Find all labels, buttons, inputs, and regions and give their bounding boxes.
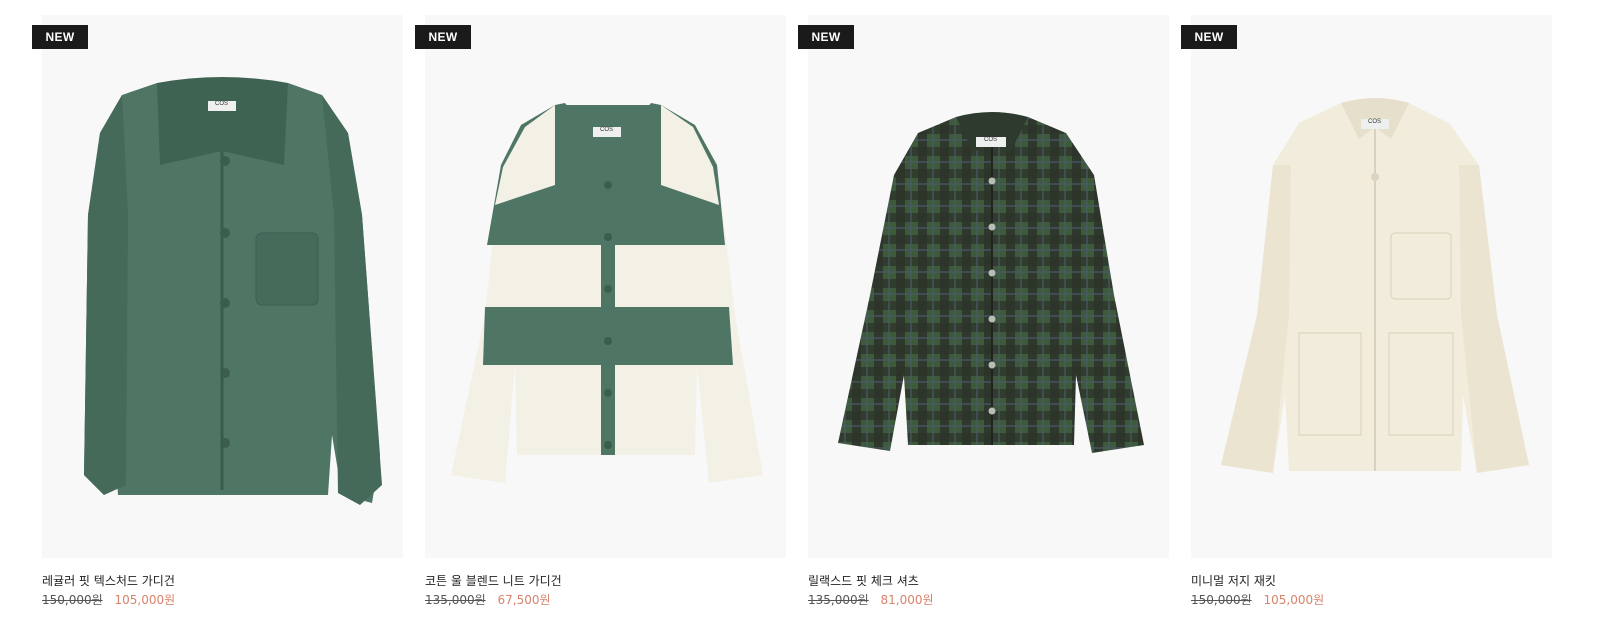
- sale-price: 105,000원: [1263, 593, 1325, 607]
- product-name[interactable]: 릴랙스드 핏 체크 셔츠: [808, 572, 919, 589]
- new-badge: NEW: [415, 25, 471, 49]
- product-card[interactable]: COS NEW 레귤러 핏 텍스처드 가디건 150,000원 105,000원: [32, 15, 403, 630]
- product-image[interactable]: COS: [808, 15, 1169, 558]
- product-card[interactable]: COS NEW 릴랙스드 핏 체크 셔츠 135,000원 81,000원: [798, 15, 1169, 630]
- price-row: 150,000원 105,000원: [1191, 591, 1324, 608]
- cardigan-image: [84, 77, 382, 505]
- jacket-image: [1221, 98, 1529, 473]
- price-row: 150,000원 105,000원: [42, 591, 175, 608]
- cardigan-image: [451, 103, 763, 483]
- sale-price: 67,500원: [497, 593, 551, 607]
- new-badge: NEW: [32, 25, 88, 49]
- product-image[interactable]: COS: [425, 15, 786, 558]
- brand-label: COS: [984, 137, 998, 143]
- product-image[interactable]: COS: [42, 15, 403, 558]
- product-name[interactable]: 레귤러 핏 텍스처드 가디건: [42, 572, 175, 589]
- product-card[interactable]: COS NEW 미니멀 저지 재킷 150,000원 105,000원: [1181, 15, 1552, 630]
- product-image[interactable]: COS: [1191, 15, 1552, 558]
- product-name[interactable]: 미니멀 저지 재킷: [1191, 572, 1276, 589]
- original-price: 150,000원: [1191, 593, 1252, 607]
- brand-label: COS: [600, 127, 614, 133]
- original-price: 150,000원: [42, 593, 103, 607]
- brand-label: COS: [215, 101, 229, 107]
- new-badge: NEW: [1181, 25, 1237, 49]
- price-row: 135,000원 81,000원: [808, 591, 934, 608]
- original-price: 135,000원: [808, 593, 869, 607]
- sale-price: 81,000원: [880, 593, 934, 607]
- product-card[interactable]: COS NEW 코튼 울 블렌드 니트 가디건 135,000원 67,500원: [415, 15, 786, 630]
- original-price: 135,000원: [425, 593, 486, 607]
- product-name[interactable]: 코튼 울 블렌드 니트 가디건: [425, 572, 562, 589]
- new-badge: NEW: [798, 25, 854, 49]
- brand-label: COS: [1368, 119, 1382, 125]
- price-row: 135,000원 67,500원: [425, 591, 551, 608]
- shirt-image: [838, 112, 1144, 453]
- sale-price: 105,000원: [114, 593, 176, 607]
